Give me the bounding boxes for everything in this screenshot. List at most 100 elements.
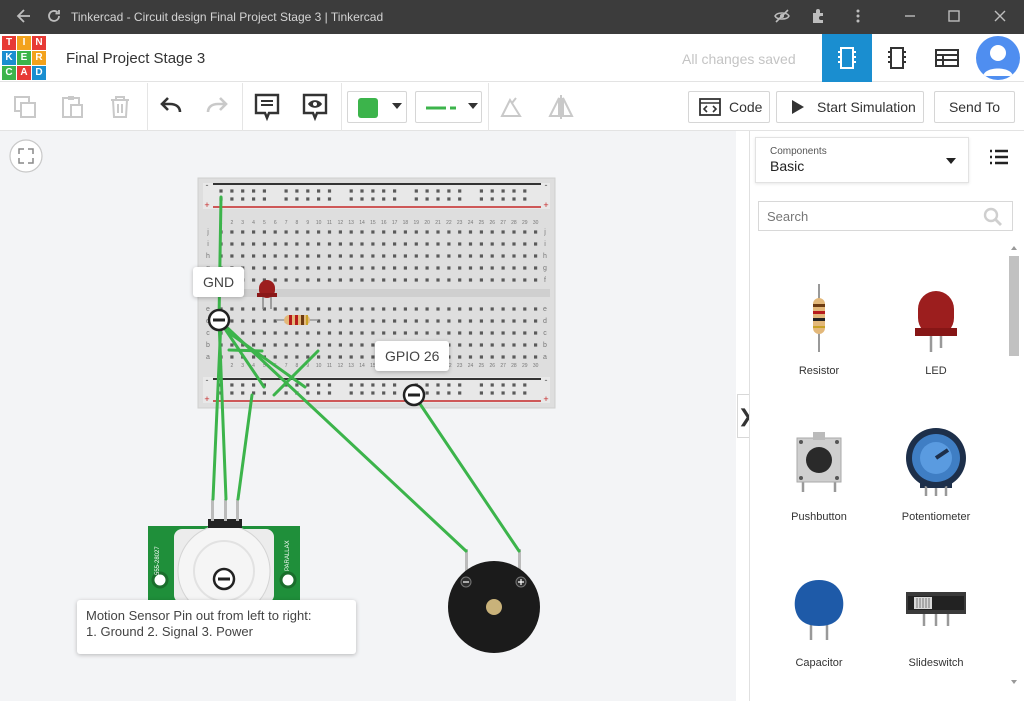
breadboard-hole[interactable] <box>284 254 288 258</box>
breadboard-hole[interactable] <box>382 331 386 335</box>
reload-icon[interactable] <box>44 7 64 27</box>
breadboard-hole[interactable] <box>327 266 332 270</box>
breadboard-hole[interactable] <box>501 391 505 395</box>
breadboard-hole[interactable] <box>436 307 440 311</box>
breadboard-hole[interactable] <box>414 307 418 311</box>
breadboard-hole[interactable] <box>479 355 483 359</box>
breadboard-hole[interactable] <box>425 307 429 311</box>
breadboard-hole[interactable] <box>393 254 397 258</box>
wire[interactable] <box>412 393 521 553</box>
breadboard-hole[interactable] <box>371 383 375 387</box>
breadboard-hole[interactable] <box>468 355 473 359</box>
breadboard-hole[interactable] <box>327 189 332 193</box>
breadboard-hole[interactable] <box>458 266 462 270</box>
breadboard-hole[interactable] <box>241 242 245 246</box>
breadboard-hole[interactable] <box>447 331 451 335</box>
breadboard-hole[interactable] <box>479 331 483 335</box>
breadboard-hole[interactable] <box>230 383 234 387</box>
breadboard-hole[interactable] <box>414 230 418 234</box>
breadboard-hole[interactable] <box>252 230 256 234</box>
breadboard-hole[interactable] <box>447 391 451 395</box>
gpio-label[interactable]: GPIO 26 <box>375 341 450 371</box>
piezo-buzzer[interactable] <box>448 549 540 653</box>
breadboard-hole[interactable] <box>382 230 386 234</box>
breadboard-hole[interactable] <box>490 355 494 359</box>
breadboard-hole[interactable] <box>393 383 397 387</box>
breadboard-hole[interactable] <box>230 242 234 246</box>
breadboard-hole[interactable] <box>436 266 440 270</box>
breadboard-hole[interactable] <box>534 319 538 323</box>
breadboard-hole[interactable] <box>479 266 483 270</box>
breadboard-hole[interactable] <box>468 307 473 311</box>
breadboard-hole[interactable] <box>403 254 407 258</box>
breadboard-hole[interactable] <box>512 343 516 347</box>
breadboard-hole[interactable] <box>393 242 397 246</box>
breadboard-hole[interactable] <box>371 197 375 201</box>
breadboard-hole[interactable] <box>479 278 483 282</box>
breadboard-hole[interactable] <box>436 197 440 201</box>
breadboard-hole[interactable] <box>523 278 527 282</box>
breadboard-hole[interactable] <box>534 307 538 311</box>
project-name[interactable]: Final Project Stage 3 <box>66 50 205 67</box>
breadboard-hole[interactable] <box>468 254 473 258</box>
breadboard-hole[interactable] <box>393 319 397 323</box>
breadboard-hole[interactable] <box>512 242 516 246</box>
breadboard-hole[interactable] <box>360 278 364 282</box>
gpio-probe-marker[interactable] <box>402 383 426 407</box>
breadboard-hole[interactable] <box>534 355 538 359</box>
breadboard-hole[interactable] <box>360 319 364 323</box>
breadboard-hole[interactable] <box>403 230 407 234</box>
breadboard-hole[interactable] <box>284 278 288 282</box>
breadboard-hole[interactable] <box>414 266 418 270</box>
breadboard-hole[interactable] <box>273 331 277 335</box>
breadboard-hole[interactable] <box>523 242 527 246</box>
breadboard-hole[interactable] <box>414 197 418 201</box>
gnd-label[interactable]: GND <box>193 267 245 297</box>
breadboard-hole[interactable] <box>512 383 516 387</box>
component-led[interactable]: LED <box>881 261 991 391</box>
breadboard-hole[interactable] <box>230 355 234 359</box>
breadboard-hole[interactable] <box>501 383 505 387</box>
breadboard-hole[interactable] <box>479 319 483 323</box>
component-resistor[interactable]: Resistor <box>764 261 874 391</box>
breadboard-hole[interactable] <box>306 242 310 246</box>
breadboard-hole[interactable] <box>523 343 527 347</box>
copy-button[interactable] <box>10 91 40 123</box>
breadboard-hole[interactable] <box>490 254 494 258</box>
tinkercad-logo[interactable]: T I N K E R C A D <box>2 36 46 80</box>
breadboard-hole[interactable] <box>501 197 505 201</box>
breadboard-hole[interactable] <box>479 189 483 193</box>
breadboard-hole[interactable] <box>338 355 342 359</box>
breadboard-hole[interactable] <box>425 391 429 395</box>
breadboard-hole[interactable] <box>371 319 375 323</box>
breadboard-hole[interactable] <box>458 230 462 234</box>
breadboard-hole[interactable] <box>534 266 538 270</box>
breadboard-hole[interactable] <box>317 331 321 335</box>
breadboard-hole[interactable] <box>349 278 353 282</box>
breadboard-hole[interactable] <box>349 230 353 234</box>
breadboard-hole[interactable] <box>523 266 527 270</box>
breadboard-hole[interactable] <box>317 278 321 282</box>
breadboard-hole[interactable] <box>468 266 473 270</box>
component-pushbutton[interactable]: Pushbutton <box>764 407 874 537</box>
breadboard-hole[interactable] <box>382 391 386 395</box>
breadboard-hole[interactable] <box>338 230 342 234</box>
breadboard-hole[interactable] <box>425 319 429 323</box>
breadboard-hole[interactable] <box>393 266 397 270</box>
breadboard-hole[interactable] <box>479 307 483 311</box>
breadboard-hole[interactable] <box>382 278 386 282</box>
maximize-icon[interactable] <box>944 7 964 27</box>
breadboard-hole[interactable] <box>360 355 364 359</box>
breadboard-hole[interactable] <box>273 343 277 347</box>
breadboard-hole[interactable] <box>273 242 277 246</box>
breadboard-hole[interactable] <box>479 197 483 201</box>
breadboard-hole[interactable] <box>241 383 245 387</box>
breadboard-hole[interactable] <box>306 266 310 270</box>
breadboard-hole[interactable] <box>306 307 310 311</box>
breadboard-hole[interactable] <box>317 343 321 347</box>
breadboard-hole[interactable] <box>425 242 429 246</box>
breadboard-hole[interactable] <box>295 278 299 282</box>
breadboard-hole[interactable] <box>349 343 353 347</box>
breadboard-hole[interactable] <box>306 189 310 193</box>
breadboard-hole[interactable] <box>436 391 440 395</box>
